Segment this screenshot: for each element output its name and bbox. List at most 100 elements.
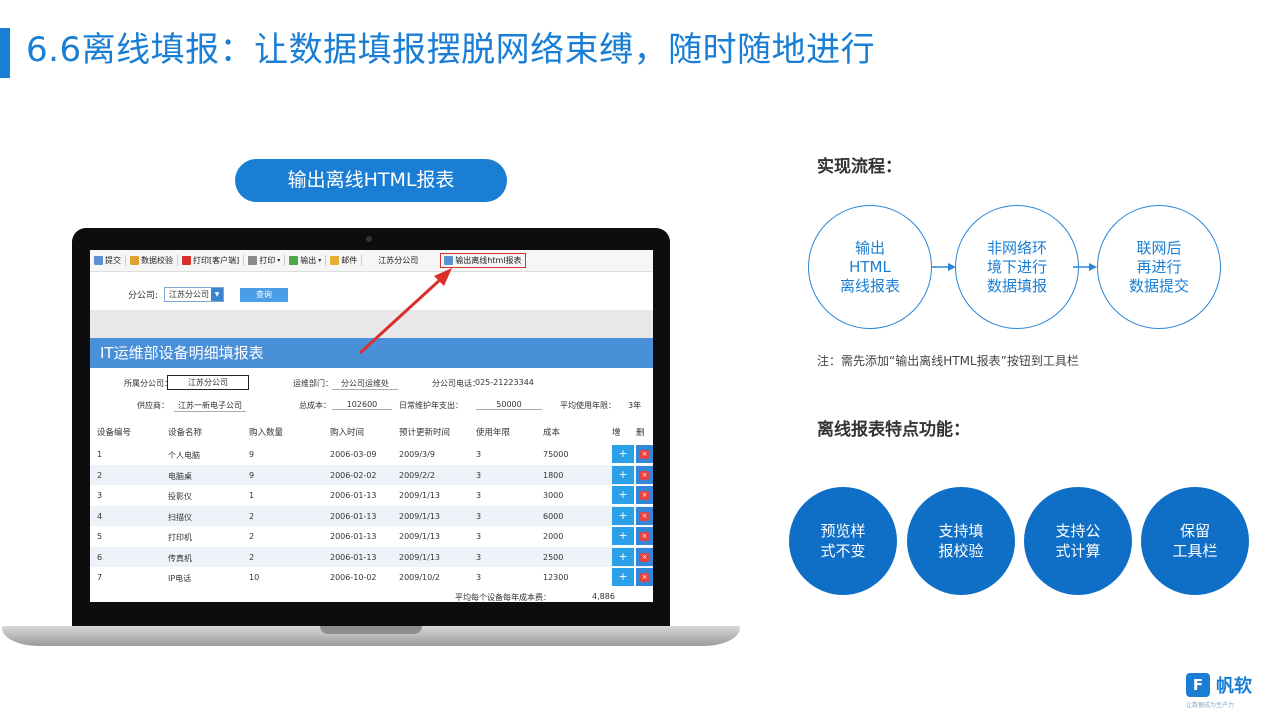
export-offline-html-button[interactable]: 输出离线HTML报表	[235, 159, 507, 202]
title-accent-bar	[0, 28, 10, 78]
table-header: 设备编号 设备名称 购入数量 购入时间 预计更新时间 使用年限 成本 增 删	[90, 426, 653, 444]
toolbar-print-client-label: 打印[客户端]	[193, 256, 240, 265]
cell-qty[interactable]: 2	[249, 553, 254, 562]
cell-qty[interactable]: 9	[249, 471, 254, 480]
cell-years[interactable]: 3	[476, 532, 481, 541]
cell-years[interactable]: 3	[476, 553, 481, 562]
maintenance-field[interactable]: 50000	[476, 400, 542, 410]
feature-line: 支持公	[1055, 522, 1101, 540]
toolbar-mail-button[interactable]: 邮件	[330, 255, 363, 266]
delete-row-button[interactable]: ×	[636, 527, 653, 545]
toolbar-submit-button[interactable]: 提交	[94, 255, 126, 266]
brand-slogan: 让数据成为生产力	[1186, 702, 1235, 709]
dept-field[interactable]: 分公司运维处	[332, 378, 398, 390]
cell-name[interactable]: 个人电脑	[168, 450, 200, 461]
toolbar-print-button[interactable]: 打印 ▾	[248, 255, 286, 266]
cell-cost[interactable]: 3000	[543, 491, 563, 500]
cell-name[interactable]: IP电话	[168, 573, 191, 584]
delete-row-button[interactable]: ×	[636, 445, 653, 463]
process-note: 注：需先添加“输出离线HTML报表”按钮到工具栏	[817, 354, 1079, 368]
cell-date[interactable]: 2006-10-02	[330, 573, 377, 582]
add-row-button[interactable]: +	[612, 547, 634, 566]
chevron-down-icon: ▾	[318, 257, 322, 264]
supplier-field[interactable]: 江苏一新电子公司	[174, 400, 246, 412]
toolbar-export-label: 输出	[300, 256, 317, 265]
cell-update: 2009/1/13	[399, 511, 441, 521]
feature-line: 式计算	[1055, 542, 1101, 560]
toolbar-company-text: 江苏分公司	[378, 256, 419, 265]
cell-years[interactable]: 3	[476, 450, 481, 459]
add-row-button[interactable]: +	[612, 486, 634, 504]
cell-date[interactable]: 2006-03-09	[330, 450, 377, 459]
delete-row-button[interactable]: ×	[636, 506, 653, 525]
table-row: 3 投影仪 1 2006-01-13 2009/1/13 3 3000 + ×	[90, 485, 653, 506]
cell-name[interactable]: 打印机	[168, 532, 192, 543]
cell-years[interactable]: 3	[476, 471, 481, 480]
cell-qty[interactable]: 2	[249, 512, 254, 521]
delete-row-button[interactable]: ×	[636, 547, 653, 566]
query-button[interactable]: 查询	[240, 287, 289, 302]
phone-field[interactable]: 025-21223344	[475, 378, 534, 387]
cell-cost[interactable]: 2000	[543, 532, 563, 541]
cell-update: 2009/3/9	[399, 450, 435, 459]
column-header: 增	[612, 428, 621, 438]
cell-qty[interactable]: 1	[249, 491, 254, 500]
cell-qty[interactable]: 2	[249, 532, 254, 541]
cell-date[interactable]: 2006-01-13	[330, 532, 377, 541]
avg-years-field[interactable]: 3年	[628, 400, 641, 411]
total-cost-field[interactable]: 102600	[332, 400, 392, 410]
add-row-button[interactable]: +	[612, 527, 634, 545]
toolbar-export-button[interactable]: 输出 ▾	[289, 255, 327, 266]
cell-years[interactable]: 3	[476, 573, 481, 582]
cell-date[interactable]: 2006-01-13	[330, 553, 377, 562]
cell-id: 5	[97, 532, 103, 541]
cell-qty[interactable]: 10	[249, 573, 259, 582]
dept-label: 运维部门：	[293, 379, 333, 388]
company-field[interactable]: 江苏分公司	[167, 375, 249, 390]
add-row-button[interactable]: +	[612, 506, 634, 525]
cell-cost[interactable]: 2500	[543, 553, 563, 562]
toolbar-offline-html-label: 输出离线html报表	[455, 256, 522, 265]
mail-icon	[330, 256, 340, 265]
add-row-button[interactable]: +	[612, 445, 634, 463]
delete-row-button[interactable]: ×	[636, 568, 653, 586]
cell-qty[interactable]: 9	[249, 450, 254, 459]
html-export-icon	[444, 256, 454, 265]
add-row-button[interactable]: +	[612, 568, 634, 586]
cell-update: 2009/1/13	[399, 532, 441, 541]
company-select[interactable]: 江苏分公司 ▼	[164, 287, 225, 302]
cell-cost[interactable]: 75000	[543, 450, 568, 459]
cell-name[interactable]: 投影仪	[168, 491, 192, 502]
delete-row-button[interactable]: ×	[636, 486, 653, 504]
cell-update: 2009/1/13	[399, 491, 441, 500]
cell-name[interactable]: 传真机	[168, 553, 192, 564]
brand-name: 帆软	[1216, 676, 1252, 697]
delete-icon: ×	[640, 491, 649, 500]
add-row-button[interactable]: +	[612, 465, 634, 484]
toolbar-print-client-button[interactable]: 打印[客户端]	[182, 255, 245, 266]
cell-years[interactable]: 3	[476, 512, 481, 521]
feature-line: 保留	[1179, 522, 1210, 540]
cell-cost[interactable]: 1800	[543, 471, 563, 480]
cell-date[interactable]: 2006-01-13	[330, 512, 377, 521]
delete-icon: ×	[640, 552, 649, 562]
avg-years-label: 平均使用年限：	[560, 401, 616, 410]
printer-icon	[248, 256, 258, 265]
toolbar-validate-button[interactable]: 数据校验	[130, 255, 178, 266]
delete-row-button[interactable]: ×	[636, 465, 653, 484]
chevron-down-icon[interactable]: ▼	[211, 288, 224, 301]
delete-icon: ×	[640, 532, 649, 541]
cell-date[interactable]: 2006-02-02	[330, 471, 377, 480]
total-cost-label: 总成本：	[299, 401, 331, 410]
toolbar-validate-label: 数据校验	[141, 256, 173, 265]
cell-cost[interactable]: 6000	[543, 512, 563, 521]
company-label: 所属分公司：	[124, 379, 172, 388]
cell-name[interactable]: 扫描仪	[168, 512, 192, 523]
delete-icon: ×	[640, 511, 649, 521]
toolbar-offline-html-button[interactable]: 输出离线html报表	[440, 253, 526, 268]
cell-years[interactable]: 3	[476, 491, 481, 500]
cell-cost[interactable]: 12300	[543, 573, 568, 582]
cell-name[interactable]: 电脑桌	[168, 471, 192, 482]
delete-icon: ×	[640, 573, 649, 582]
cell-date[interactable]: 2006-01-13	[330, 491, 377, 500]
